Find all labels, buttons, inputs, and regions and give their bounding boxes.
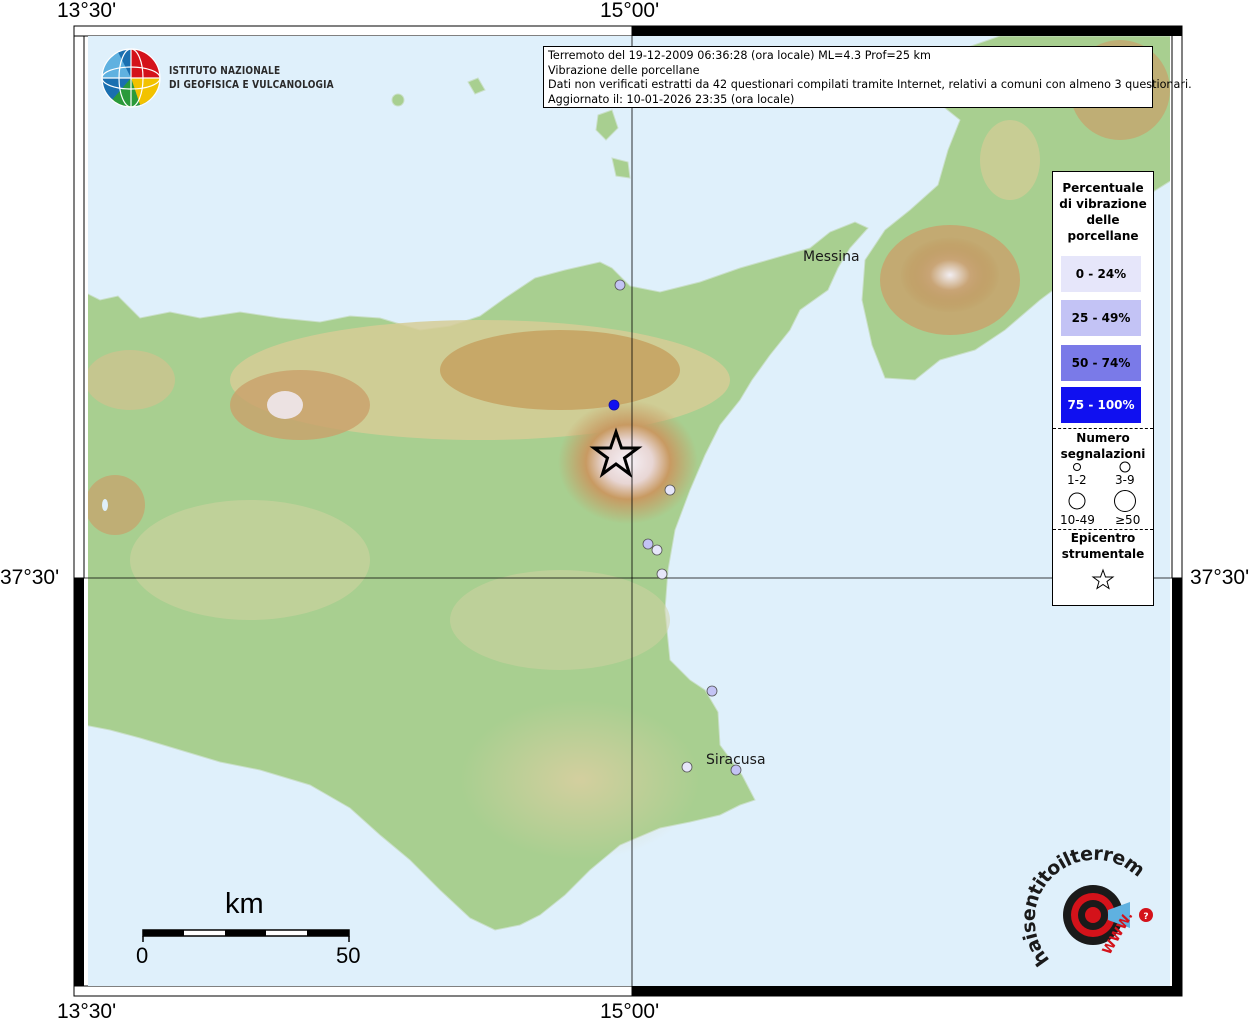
obs-point bbox=[642, 538, 654, 550]
institute-name: ISTITUTO NAZIONALE DI GEOFISICA E VULCAN… bbox=[169, 64, 334, 92]
legend-size-circles bbox=[1068, 461, 1136, 512]
lon-label-top-center: 15°00' bbox=[600, 0, 660, 22]
legend: Percentuale di vibrazione delle porcella… bbox=[1052, 171, 1154, 606]
scale-min: 0 bbox=[136, 943, 149, 968]
ingv-logo-icon bbox=[101, 48, 161, 108]
event-title: Terremoto del 19-12-2009 06:36:28 (ora l… bbox=[548, 49, 931, 62]
legend-class-2: 50 - 74% bbox=[1061, 345, 1141, 381]
legend-star-icon bbox=[1091, 568, 1115, 590]
place-messina: Messina bbox=[803, 249, 860, 265]
event-info-box: Terremoto del 19-12-2009 06:36:28 (ora l… bbox=[543, 46, 1192, 108]
legend-class-1: 25 - 49% bbox=[1061, 300, 1141, 336]
legend-count-3: 10-49 bbox=[1060, 513, 1095, 527]
obs-point bbox=[706, 685, 718, 697]
place-siracusa: Siracusa bbox=[706, 752, 766, 768]
obs-point bbox=[664, 484, 676, 496]
obs-point bbox=[681, 761, 693, 773]
event-data-note: Dati non verificati estratti da 42 quest… bbox=[548, 78, 1192, 91]
event-updated: Aggiornato il: 10-01-2026 23:35 (ora loc… bbox=[548, 92, 795, 106]
scale-max: 50 bbox=[336, 943, 361, 968]
lat-label-right: 37°30' bbox=[1190, 566, 1250, 589]
legend-title-line-3: delle bbox=[1086, 213, 1120, 227]
lat-label-left: 37°30' bbox=[0, 566, 60, 589]
event-subtitle: Vibrazione delle porcellane bbox=[548, 63, 700, 77]
legend-divider bbox=[1053, 428, 1153, 429]
lon-label-top-left: 13°30' bbox=[57, 0, 117, 22]
legend-count-1: 1-2 bbox=[1067, 473, 1087, 487]
legend-epi-title: Epicentro strumentale bbox=[1053, 530, 1153, 562]
legend-title-line-2: di vibrazione bbox=[1059, 197, 1147, 211]
legend-count-title-line-1: Numero bbox=[1076, 431, 1130, 445]
legend-class-3: 75 - 100% bbox=[1061, 387, 1141, 423]
legend-title-line-1: Percentuale bbox=[1062, 181, 1144, 195]
lon-label-bottom-center: 15°00' bbox=[600, 1000, 660, 1023]
legend-epi-line-1: Epicentro bbox=[1070, 531, 1136, 545]
obs-point bbox=[608, 399, 620, 411]
lon-label-bottom-left: 13°30' bbox=[57, 1000, 117, 1023]
svg-text:?: ? bbox=[1143, 912, 1148, 922]
legend-title: Percentuale di vibrazione delle porcella… bbox=[1053, 180, 1153, 244]
obs-point bbox=[614, 279, 626, 291]
scale-unit: km bbox=[225, 888, 264, 920]
legend-count-4: ≥50 bbox=[1115, 513, 1141, 527]
obs-point bbox=[651, 544, 663, 556]
etna-volcano bbox=[558, 400, 698, 524]
obs-point bbox=[656, 568, 668, 580]
legend-count-2: 3-9 bbox=[1115, 473, 1135, 487]
institute-line-2: DI GEOFISICA E VULCANOLOGIA bbox=[169, 78, 334, 91]
legend-title-line-4: porcellane bbox=[1067, 229, 1139, 243]
legend-class-0: 0 - 24% bbox=[1061, 256, 1141, 292]
institute-line-1: ISTITUTO NAZIONALE bbox=[169, 64, 281, 77]
legend-epi-line-2: strumentale bbox=[1061, 547, 1145, 561]
